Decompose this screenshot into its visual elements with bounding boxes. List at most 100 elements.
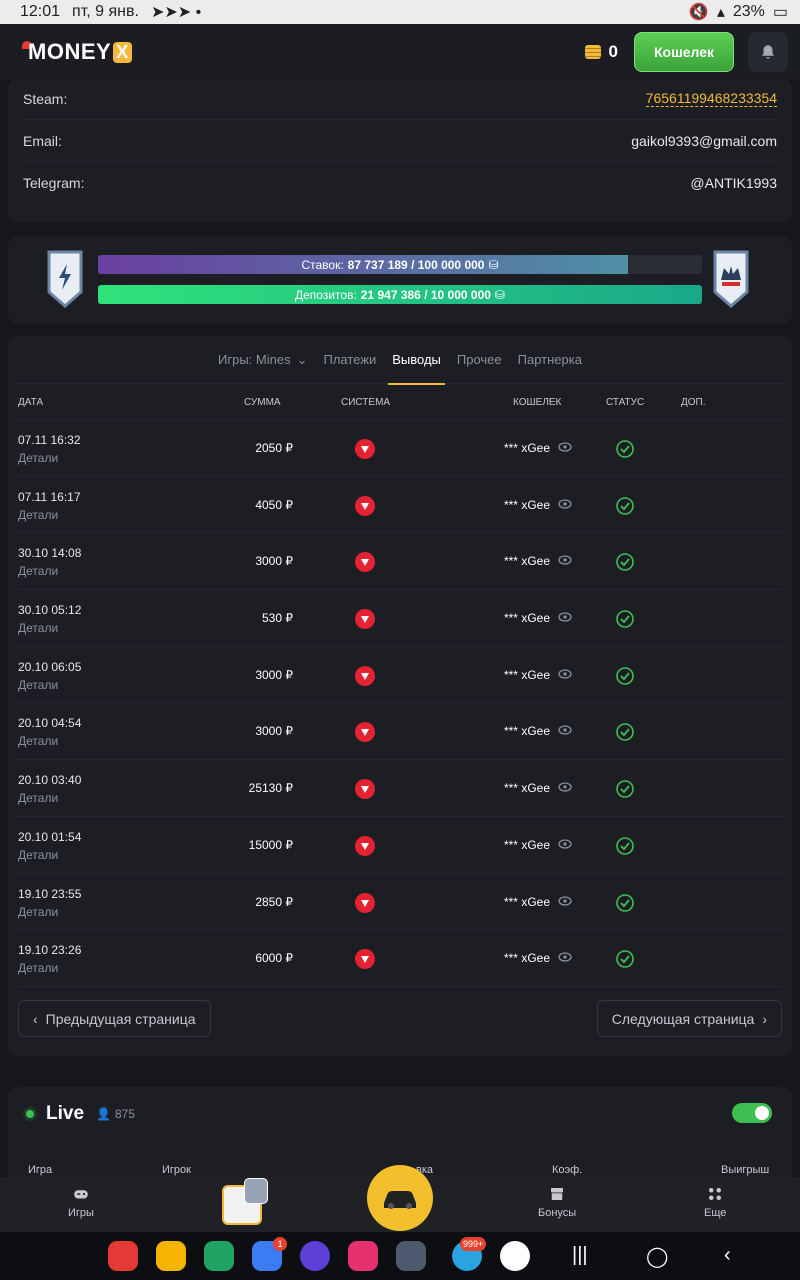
row-details-link[interactable]: Детали (18, 791, 58, 805)
tab-games[interactable]: Игры: Mines ⌄ (218, 336, 307, 384)
row-details-link[interactable]: Детали (18, 848, 58, 862)
eye-icon[interactable] (558, 554, 572, 568)
email-label: Email: (23, 132, 62, 149)
bets-value: 87 737 189 / 100 000 000 (347, 257, 485, 272)
eye-icon[interactable] (558, 838, 572, 852)
deposits-value: 21 947 386 / 10 000 000 (360, 287, 491, 302)
prev-page-button[interactable]: ‹ Предыдущая страница (18, 1000, 211, 1037)
bets-label: Ставок: (301, 257, 344, 272)
row-details-link[interactable]: Детали (18, 678, 58, 692)
camera-app-icon[interactable] (348, 1241, 378, 1271)
nav-more[interactable]: Еще (704, 1185, 726, 1219)
tab-partner[interactable]: Партнерка (518, 336, 582, 384)
row-details-link[interactable]: Детали (18, 508, 58, 522)
live-toggle[interactable] (732, 1103, 772, 1123)
row-date: 07.11 16:32 (18, 433, 81, 447)
phone-app-icon[interactable] (204, 1241, 234, 1271)
payment-system-icon (355, 835, 375, 856)
table-header: ДАТА СУММА СИСТЕМА КОШЕЛЕК СТАТУС ДОП. (18, 384, 782, 420)
row-date: 19.10 23:55 (18, 886, 82, 901)
row-details-link[interactable]: Детали (18, 564, 58, 578)
live-indicator-dot (26, 1110, 34, 1118)
home-button[interactable]: ◯ (646, 1244, 668, 1269)
telegram-badge: 999+ (460, 1237, 487, 1251)
row-sum: 3000 ₽ (255, 667, 293, 682)
live-col-game: Игра (28, 1164, 53, 1176)
nav-bonuses[interactable]: Бонусы (538, 1185, 576, 1219)
row-sum: 2050 ₽ (255, 441, 293, 455)
eye-icon[interactable] (558, 724, 572, 738)
row-date: 30.10 05:12 (18, 603, 82, 618)
row-wallet: *** xGee (504, 498, 572, 512)
car-promo-button[interactable] (367, 1165, 433, 1231)
live-title: Live (46, 1103, 85, 1124)
back-button[interactable]: ‹ (724, 1244, 731, 1267)
recent-apps-button[interactable]: ||| (572, 1244, 588, 1267)
tab-withdrawals[interactable]: Выводы (388, 336, 445, 385)
eye-icon[interactable] (558, 951, 572, 965)
next-page-button[interactable]: Следующая страница › (596, 1000, 782, 1037)
system-dock: 1 999+ ||| ◯ ‹ (0, 1232, 800, 1280)
eye-icon[interactable] (558, 611, 572, 625)
eye-icon[interactable] (558, 498, 572, 512)
notifications-button[interactable] (748, 32, 788, 72)
table-row: 30.10 14:08 Детали 3000 ₽ *** xGee (18, 533, 782, 591)
steam-id-link[interactable]: 76561199468233354 (645, 90, 777, 107)
eye-icon[interactable] (558, 781, 572, 795)
row-wallet: *** xGee (504, 838, 572, 852)
row-details-link[interactable]: Детали (18, 734, 58, 748)
rank-badge-icon (244, 1178, 268, 1204)
history-tabs: Игры: Mines ⌄ Платежи Выводы Прочее Партн… (18, 336, 782, 385)
coin-icon: ⛁ (488, 257, 499, 272)
row-wallet-value: *** xGee (503, 724, 550, 739)
status-success-icon (615, 609, 635, 632)
row-wallet-value: *** xGee (503, 894, 550, 909)
eye-icon[interactable] (558, 895, 572, 909)
row-sum: 2850 ₽ (255, 894, 293, 909)
tab-other[interactable]: Прочее (457, 336, 502, 384)
flipboard-app-icon[interactable] (108, 1241, 138, 1271)
row-details-link[interactable]: Детали (18, 961, 58, 975)
payment-system-icon (355, 892, 375, 913)
table-row: 20.10 06:05 Детали 3000 ₽ *** xGee (18, 647, 782, 704)
eye-icon[interactable] (558, 441, 572, 455)
tab-games-label: Игры: Mines (218, 352, 291, 367)
battery-text: 23% (732, 3, 765, 20)
app-drawer-icon[interactable] (396, 1241, 426, 1271)
browser-app-icon[interactable] (300, 1241, 330, 1271)
row-details-link[interactable]: Детали (18, 451, 58, 465)
row-wallet-value: *** xGee (503, 837, 550, 852)
row-wallet: *** xGee (504, 724, 572, 738)
payment-system-icon (355, 665, 375, 686)
wallet-button[interactable]: Кошелек (634, 32, 734, 72)
row-sum: 530 ₽ (262, 611, 293, 626)
live-col-win: Выигрыш (721, 1164, 770, 1176)
status-success-icon (615, 836, 635, 859)
status-success-icon (615, 496, 635, 519)
status-date: пт, 9 янв. (72, 3, 139, 20)
nav-games-label: Игры (68, 1207, 94, 1219)
email-value: gaikol9393@gmail.com (631, 132, 777, 149)
col-system: СИСТЕМА (341, 397, 391, 408)
row-wallet-value: *** xGee (503, 667, 550, 682)
row-wallet: *** xGee (504, 611, 572, 625)
grid-dots-icon (709, 1188, 722, 1200)
files-app-icon[interactable] (156, 1241, 186, 1271)
tab-payments[interactable]: Платежи (323, 336, 376, 384)
row-sum: 15000 ₽ (248, 837, 293, 852)
row-details-link[interactable]: Детали (18, 621, 58, 635)
row-date: 07.11 16:17 (18, 489, 81, 504)
row-date: 20.10 01:54 (18, 829, 82, 844)
table-row: 20.10 04:54 Детали 3000 ₽ *** xGee (18, 703, 782, 761)
payment-system-icon (355, 949, 375, 970)
row-details-link[interactable]: Детали (18, 905, 58, 919)
eye-icon[interactable] (558, 668, 572, 682)
table-row: 20.10 01:54 Детали 15000 ₽ *** xGee (18, 817, 782, 874)
coins-icon (584, 45, 601, 59)
row-sum: 6000 ₽ (255, 951, 293, 966)
youtube-app-icon[interactable] (500, 1241, 530, 1271)
logo-x: X (113, 41, 132, 63)
logo[interactable]: MONEY X (22, 39, 132, 65)
status-success-icon (615, 552, 635, 575)
nav-games[interactable]: Игры (68, 1185, 94, 1219)
